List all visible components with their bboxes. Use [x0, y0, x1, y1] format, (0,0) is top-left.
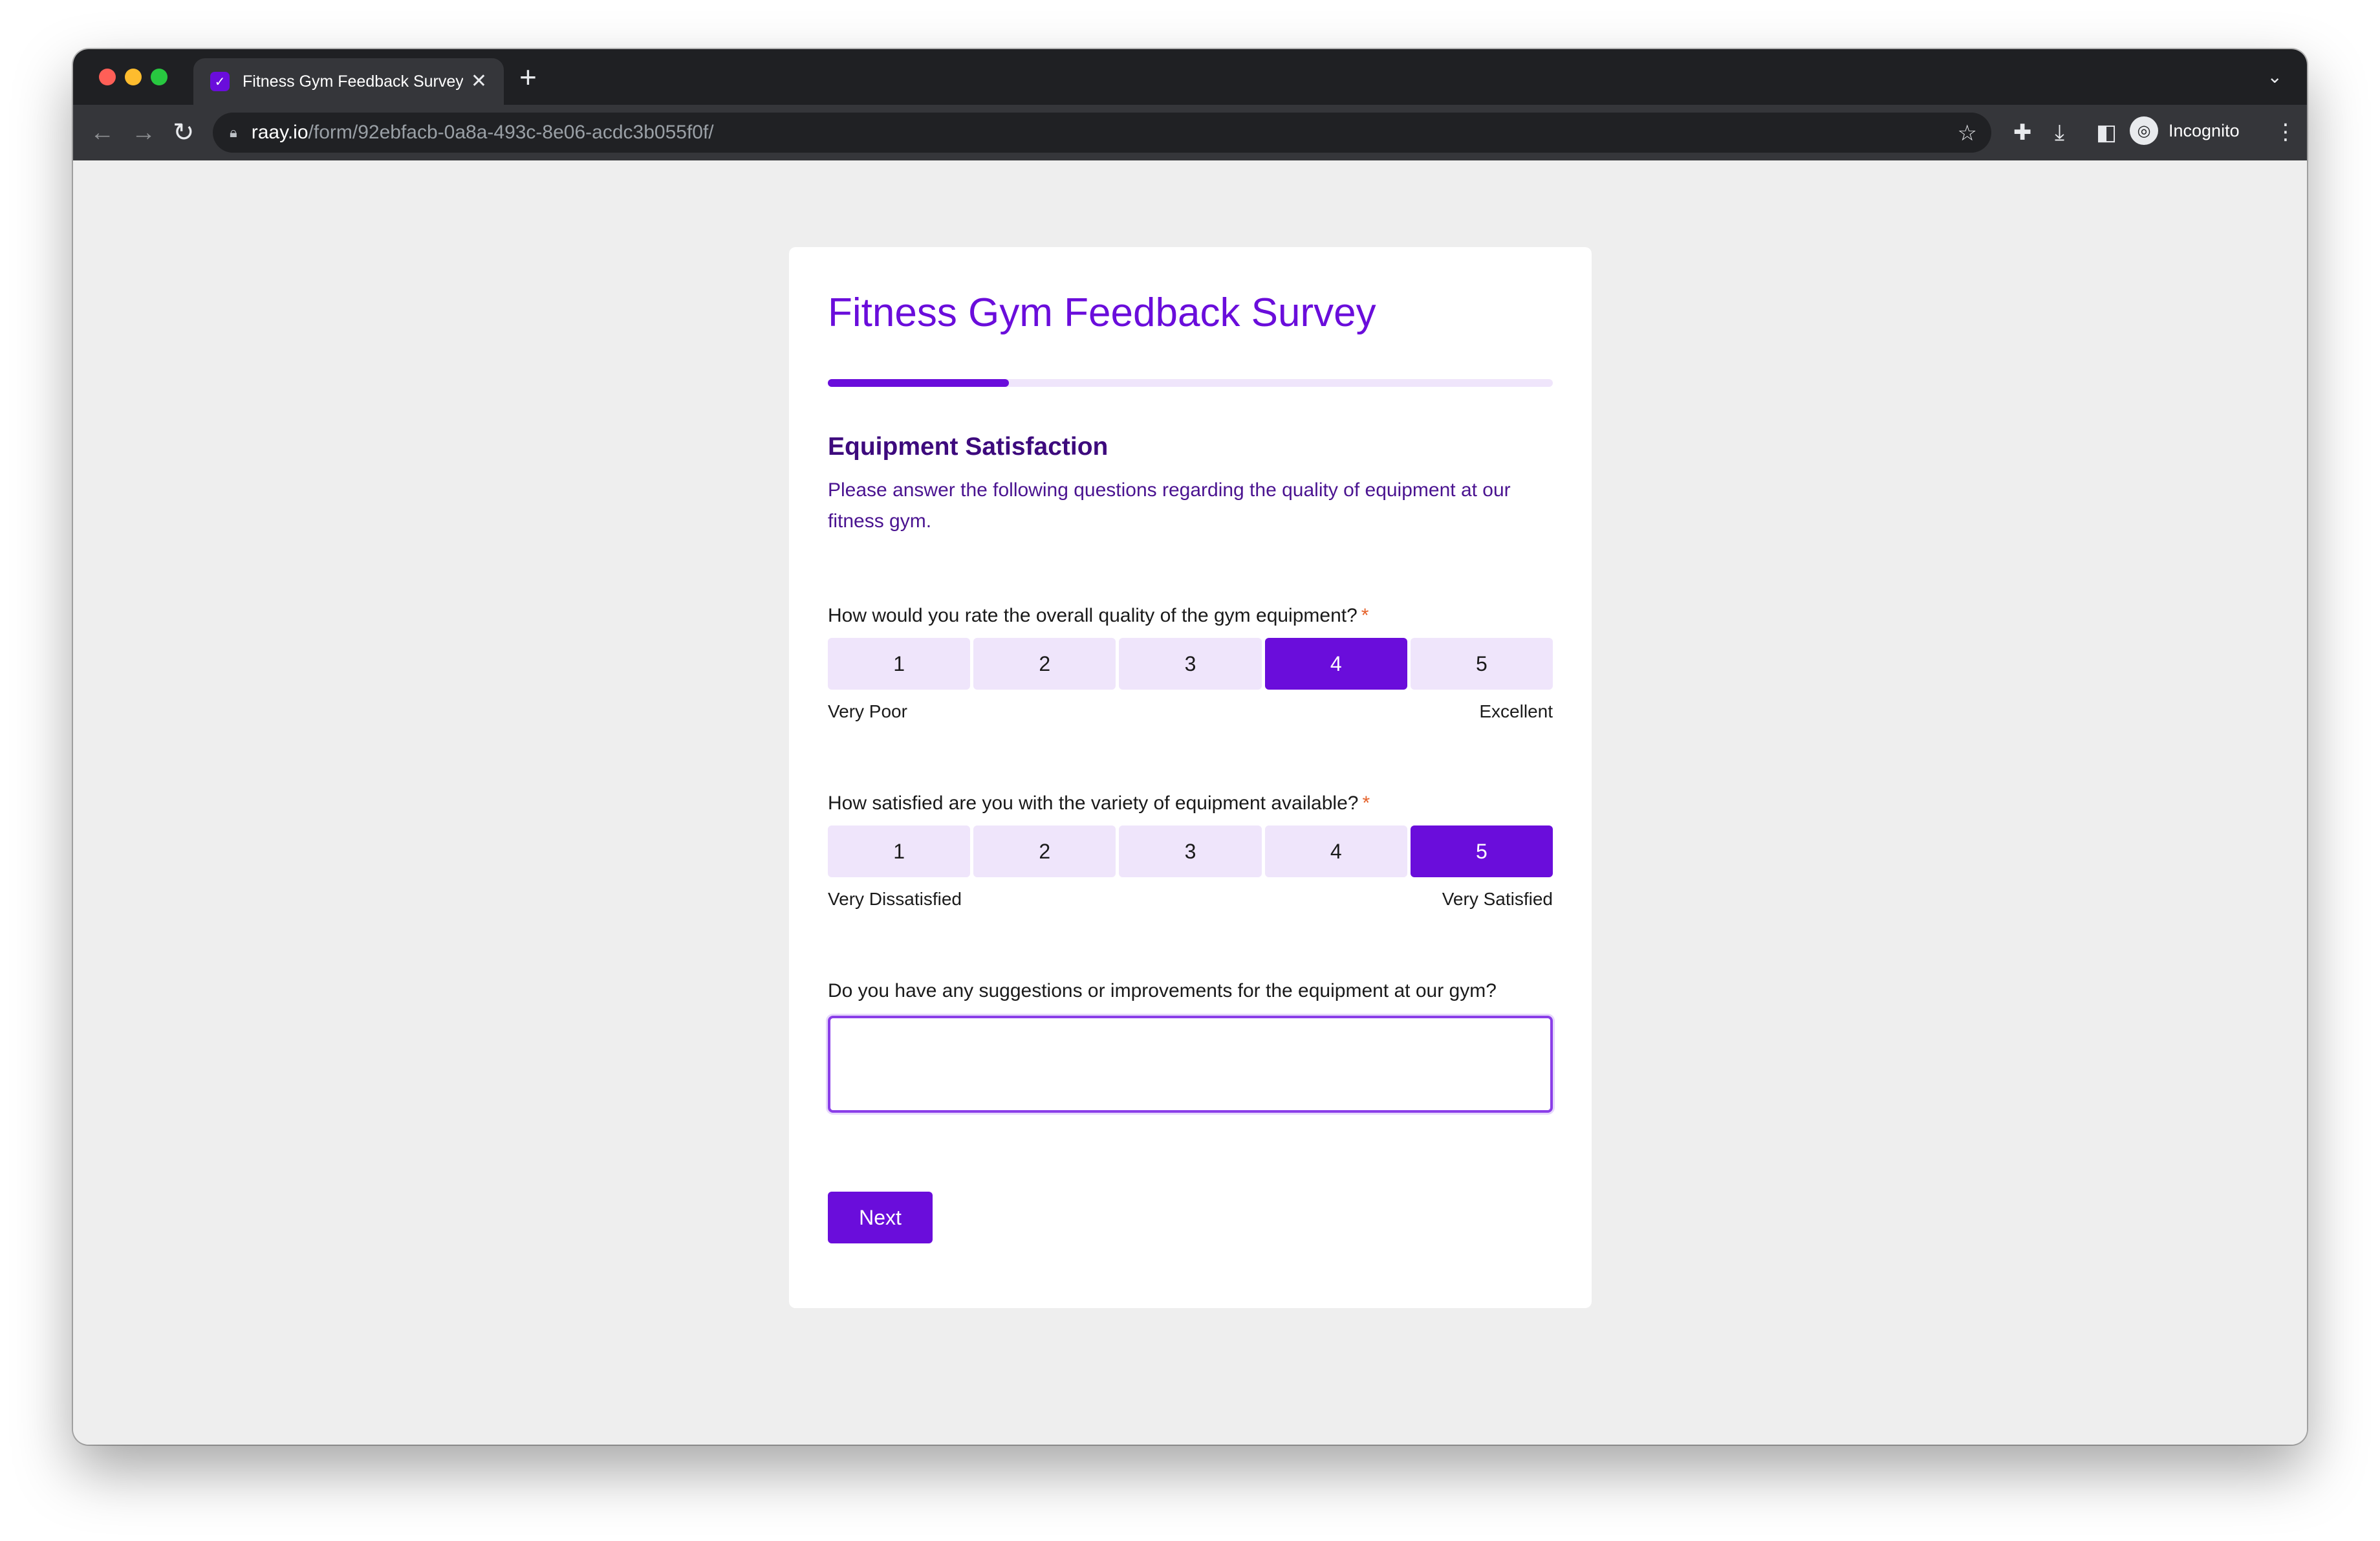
suggestions-textarea[interactable] — [828, 1016, 1553, 1113]
progress-bar-fill — [828, 379, 1010, 387]
tab-strip: ✓ Fitness Gym Feedback Survey ✕ + ⌄ — [73, 49, 2307, 105]
rating-option-3[interactable]: 3 — [1119, 825, 1262, 877]
arrow-right-icon[interactable]: → — [131, 116, 156, 149]
rating-option-3[interactable]: 3 — [1119, 638, 1262, 690]
new-tab-button[interactable]: + — [519, 62, 537, 92]
section-title: Equipment Satisfaction — [828, 433, 1109, 461]
scale-min-label: Very Poor — [828, 701, 907, 721]
rating-option-4[interactable]: 4 — [1264, 638, 1407, 690]
browser-tab-active[interactable]: ✓ Fitness Gym Feedback Survey ✕ — [193, 58, 504, 105]
rating-option-4[interactable]: 4 — [1264, 825, 1407, 877]
kebab-icon[interactable]: ⋮ — [2275, 119, 2297, 145]
browser-toolbar: ← → ↻ 🔒︎ raay.io /form/92ebfacb-0a8a-493… — [73, 105, 2307, 160]
download-icon[interactable]: ⤓ — [2055, 119, 2064, 146]
chevron-down-icon[interactable]: ⌄ — [2267, 66, 2282, 87]
reload-icon[interactable]: ↻ — [173, 116, 195, 149]
required-marker: * — [1362, 792, 1370, 814]
rating-option-5[interactable]: 5 — [1410, 825, 1553, 877]
browser-window: ✓ Fitness Gym Feedback Survey ✕ + ⌄ ← → … — [73, 49, 2307, 1445]
arrow-left-icon[interactable]: ← — [90, 116, 114, 149]
close-window-button[interactable] — [99, 69, 116, 85]
lock-icon: 🔒︎ — [230, 124, 237, 140]
incognito-label: Incognito — [2169, 120, 2240, 140]
tab-title: Fitness Gym Feedback Survey — [243, 72, 463, 91]
question-label: How satisfied are you with the variety o… — [828, 792, 1359, 814]
next-button[interactable]: Next — [828, 1192, 933, 1243]
rating-option-1[interactable]: 1 — [828, 638, 971, 690]
rating-option-5[interactable]: 5 — [1410, 638, 1553, 690]
star-icon[interactable]: ☆ — [1958, 120, 1977, 146]
rating-scale: 1 2 3 4 5 — [828, 638, 1553, 690]
rating-option-2[interactable]: 2 — [973, 638, 1116, 690]
incognito-profile-button[interactable]: ◎ Incognito — [2130, 116, 2240, 145]
check-icon: ✓ — [210, 72, 230, 91]
tab-close-icon[interactable]: ✕ — [471, 72, 487, 91]
question-equipment-variety: How satisfied are you with the variety o… — [828, 788, 1553, 912]
question-equipment-quality: How would you rate the overall quality o… — [828, 600, 1553, 725]
scale-min-label: Very Dissatisfied — [828, 889, 962, 909]
scale-max-label: Very Satisfied — [1442, 889, 1553, 909]
progress-bar — [828, 379, 1553, 387]
url-host: raay.io — [251, 122, 308, 143]
survey-card: Fitness Gym Feedback Survey Equipment Sa… — [789, 247, 1592, 1308]
rating-option-1[interactable]: 1 — [828, 825, 971, 877]
side-panel-icon[interactable]: ◧ — [2096, 119, 2117, 146]
section-description: Please answer the following questions re… — [828, 479, 1511, 532]
scale-max-label: Excellent — [1479, 701, 1553, 721]
rating-option-2[interactable]: 2 — [973, 825, 1116, 877]
address-bar[interactable]: 🔒︎ raay.io /form/92ebfacb-0a8a-493c-8e06… — [213, 113, 1991, 153]
scale-labels: Very Dissatisfied Very Satisfied — [828, 886, 1553, 912]
rating-scale: 1 2 3 4 5 — [828, 825, 1553, 877]
question-suggestions: Do you have any suggestions or improveme… — [828, 976, 1553, 1113]
url-path: /form/92ebfacb-0a8a-493c-8e06-acdc3b055f… — [308, 122, 714, 143]
puzzle-icon[interactable]: ✚ — [2013, 119, 2032, 146]
question-label: Do you have any suggestions or improveme… — [828, 980, 1497, 1001]
scale-labels: Very Poor Excellent — [828, 699, 1553, 725]
incognito-icon: ◎ — [2130, 116, 2158, 145]
question-label: How would you rate the overall quality o… — [828, 605, 1358, 626]
required-marker: * — [1361, 605, 1369, 626]
maximize-window-button[interactable] — [151, 69, 168, 85]
minimize-window-button[interactable] — [125, 69, 142, 85]
survey-title: Fitness Gym Feedback Survey — [828, 290, 1376, 335]
page-content: Fitness Gym Feedback Survey Equipment Sa… — [73, 160, 2307, 1445]
